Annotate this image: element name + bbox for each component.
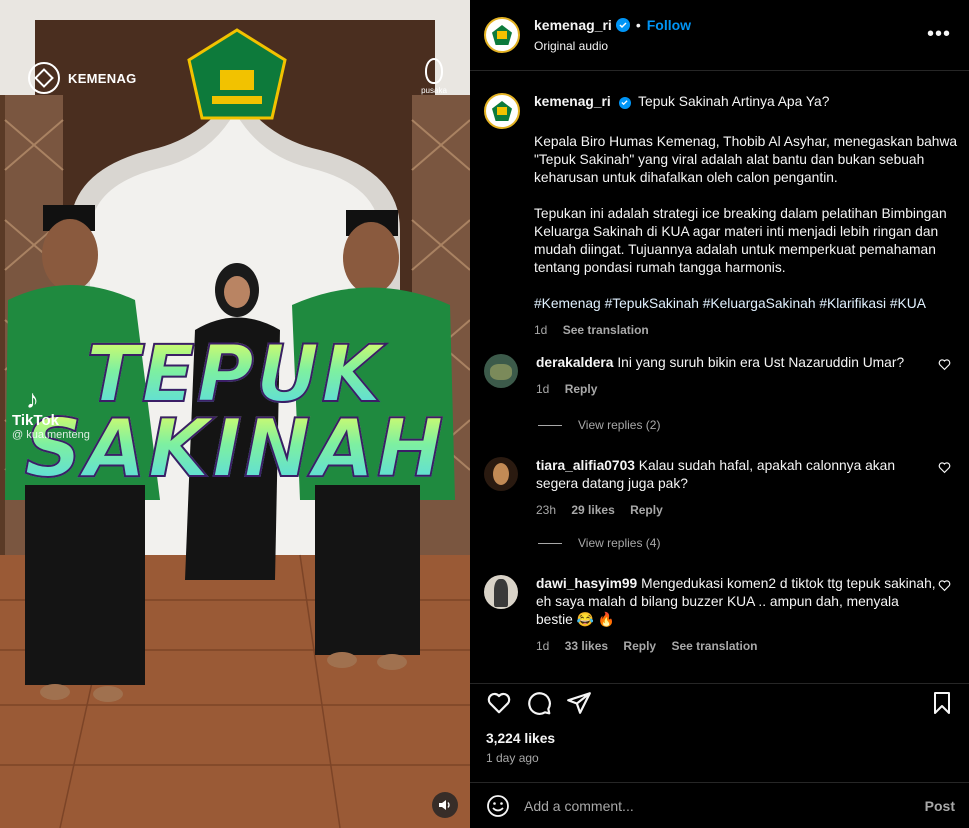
reply-button[interactable]: Reply: [630, 503, 663, 517]
pusaka-brand: pusaka: [414, 58, 454, 95]
kemenag-seal-icon: [28, 62, 60, 94]
commenter-avatar[interactable]: [484, 354, 518, 388]
author-username[interactable]: kemenag_ri: [534, 17, 612, 33]
like-heart-icon[interactable]: [486, 690, 512, 716]
comment-item: derakaldera Ini yang suruh bikin era Ust…: [484, 354, 959, 398]
caption-time[interactable]: 1d: [534, 323, 547, 337]
pusaka-logo-icon: [425, 58, 443, 84]
post-panel: kemenag_ri • Follow Original audio ••• k…: [470, 0, 969, 828]
reply-button[interactable]: Reply: [565, 382, 598, 396]
caption-paragraph-1: Kepala Biro Humas Kemenag, Thobib Al Asy…: [534, 134, 958, 185]
caption-verified-icon: [618, 96, 631, 109]
audio-label[interactable]: Original audio: [534, 39, 691, 53]
action-bar: [470, 684, 969, 724]
comment-item: tiara_alifia0703 Kalau sudah hafal, apak…: [484, 457, 959, 519]
tiktok-watermark: ♪ TikTok @ kua.menteng: [12, 384, 90, 441]
emoji-icon[interactable]: [486, 794, 510, 818]
caption-title: Tepuk Sakinah Artinya Apa Ya?: [638, 94, 830, 109]
tiktok-icon: ♪: [26, 384, 39, 414]
kemenag-brand: KEMENAG: [28, 62, 137, 94]
comment-item: dawi_hasyim99 Mengedukasi komen2 d tikto…: [484, 575, 959, 655]
share-send-icon[interactable]: [566, 690, 592, 716]
view-replies-button[interactable]: View replies (2): [538, 418, 660, 432]
see-translation-button[interactable]: See translation: [563, 323, 649, 337]
tiktok-watermark-app: TikTok: [12, 412, 59, 429]
author-meta: kemenag_ri • Follow Original audio: [534, 17, 691, 53]
view-replies-label[interactable]: View replies (4): [578, 536, 660, 550]
comment-time[interactable]: 23h: [536, 503, 556, 517]
comment-time[interactable]: 1d: [536, 382, 549, 396]
comment-username[interactable]: dawi_hasyim99: [536, 576, 637, 591]
comment-bubble-icon[interactable]: [526, 690, 552, 716]
more-options-button[interactable]: •••: [927, 24, 951, 44]
post-caption: kemenag_ri Tepuk Sakinah Artinya Apa Ya?…: [484, 93, 959, 339]
view-replies-button[interactable]: View replies (4): [538, 536, 660, 550]
comment-username[interactable]: derakaldera: [536, 355, 613, 370]
author-avatar[interactable]: [484, 17, 520, 53]
post-date[interactable]: 1 day ago: [486, 751, 539, 765]
like-comment-heart-icon[interactable]: [938, 579, 951, 592]
caption-avatar[interactable]: [484, 93, 520, 129]
tiktok-watermark-handle: @ kua.menteng: [12, 429, 90, 441]
comment-username[interactable]: tiara_alifia0703: [536, 458, 635, 473]
volume-button[interactable]: [432, 792, 458, 818]
commenter-avatar[interactable]: [484, 575, 518, 609]
like-comment-heart-icon[interactable]: [938, 358, 951, 371]
comment-time[interactable]: 1d: [536, 639, 549, 653]
caption-hashtags[interactable]: #Kemenag #TepukSakinah #KeluargaSakinah …: [534, 295, 959, 313]
comment-text: Ini yang suruh bikin era Ust Nazaruddin …: [617, 355, 905, 370]
follow-button[interactable]: Follow: [647, 17, 691, 33]
likes-count[interactable]: 3,224 likes: [486, 731, 555, 746]
post-comment-button[interactable]: Post: [925, 798, 955, 814]
comments-scroll-area[interactable]: kemenag_ri Tepuk Sakinah Artinya Apa Ya?…: [470, 71, 969, 683]
commenter-avatar[interactable]: [484, 457, 518, 491]
caption-paragraph-2: Tepukan ini adalah strategi ice breaking…: [534, 206, 947, 275]
kemenag-brand-text: KEMENAG: [68, 70, 137, 86]
see-translation-button[interactable]: See translation: [671, 639, 757, 653]
add-comment-input[interactable]: Add a comment...: [524, 798, 634, 814]
volume-icon: [439, 800, 450, 810]
view-replies-label[interactable]: View replies (2): [578, 418, 660, 432]
like-comment-heart-icon[interactable]: [938, 461, 951, 474]
save-bookmark-icon[interactable]: [930, 690, 954, 716]
caption-username[interactable]: kemenag_ri: [534, 94, 611, 109]
verified-badge-icon: [615, 18, 630, 32]
post-header: kemenag_ri • Follow Original audio •••: [470, 0, 969, 70]
add-comment-bar: Add a comment... Post: [470, 783, 969, 828]
comment-likes[interactable]: 29 likes: [571, 503, 614, 517]
reply-button[interactable]: Reply: [623, 639, 656, 653]
pusaka-brand-text: pusaka: [421, 86, 447, 95]
comment-likes[interactable]: 33 likes: [565, 639, 608, 653]
reel-video[interactable]: KEMENAG pusaka TEPUK SAKINAH ♪ TikTok @ …: [0, 0, 470, 828]
separator-dot: •: [635, 17, 641, 33]
